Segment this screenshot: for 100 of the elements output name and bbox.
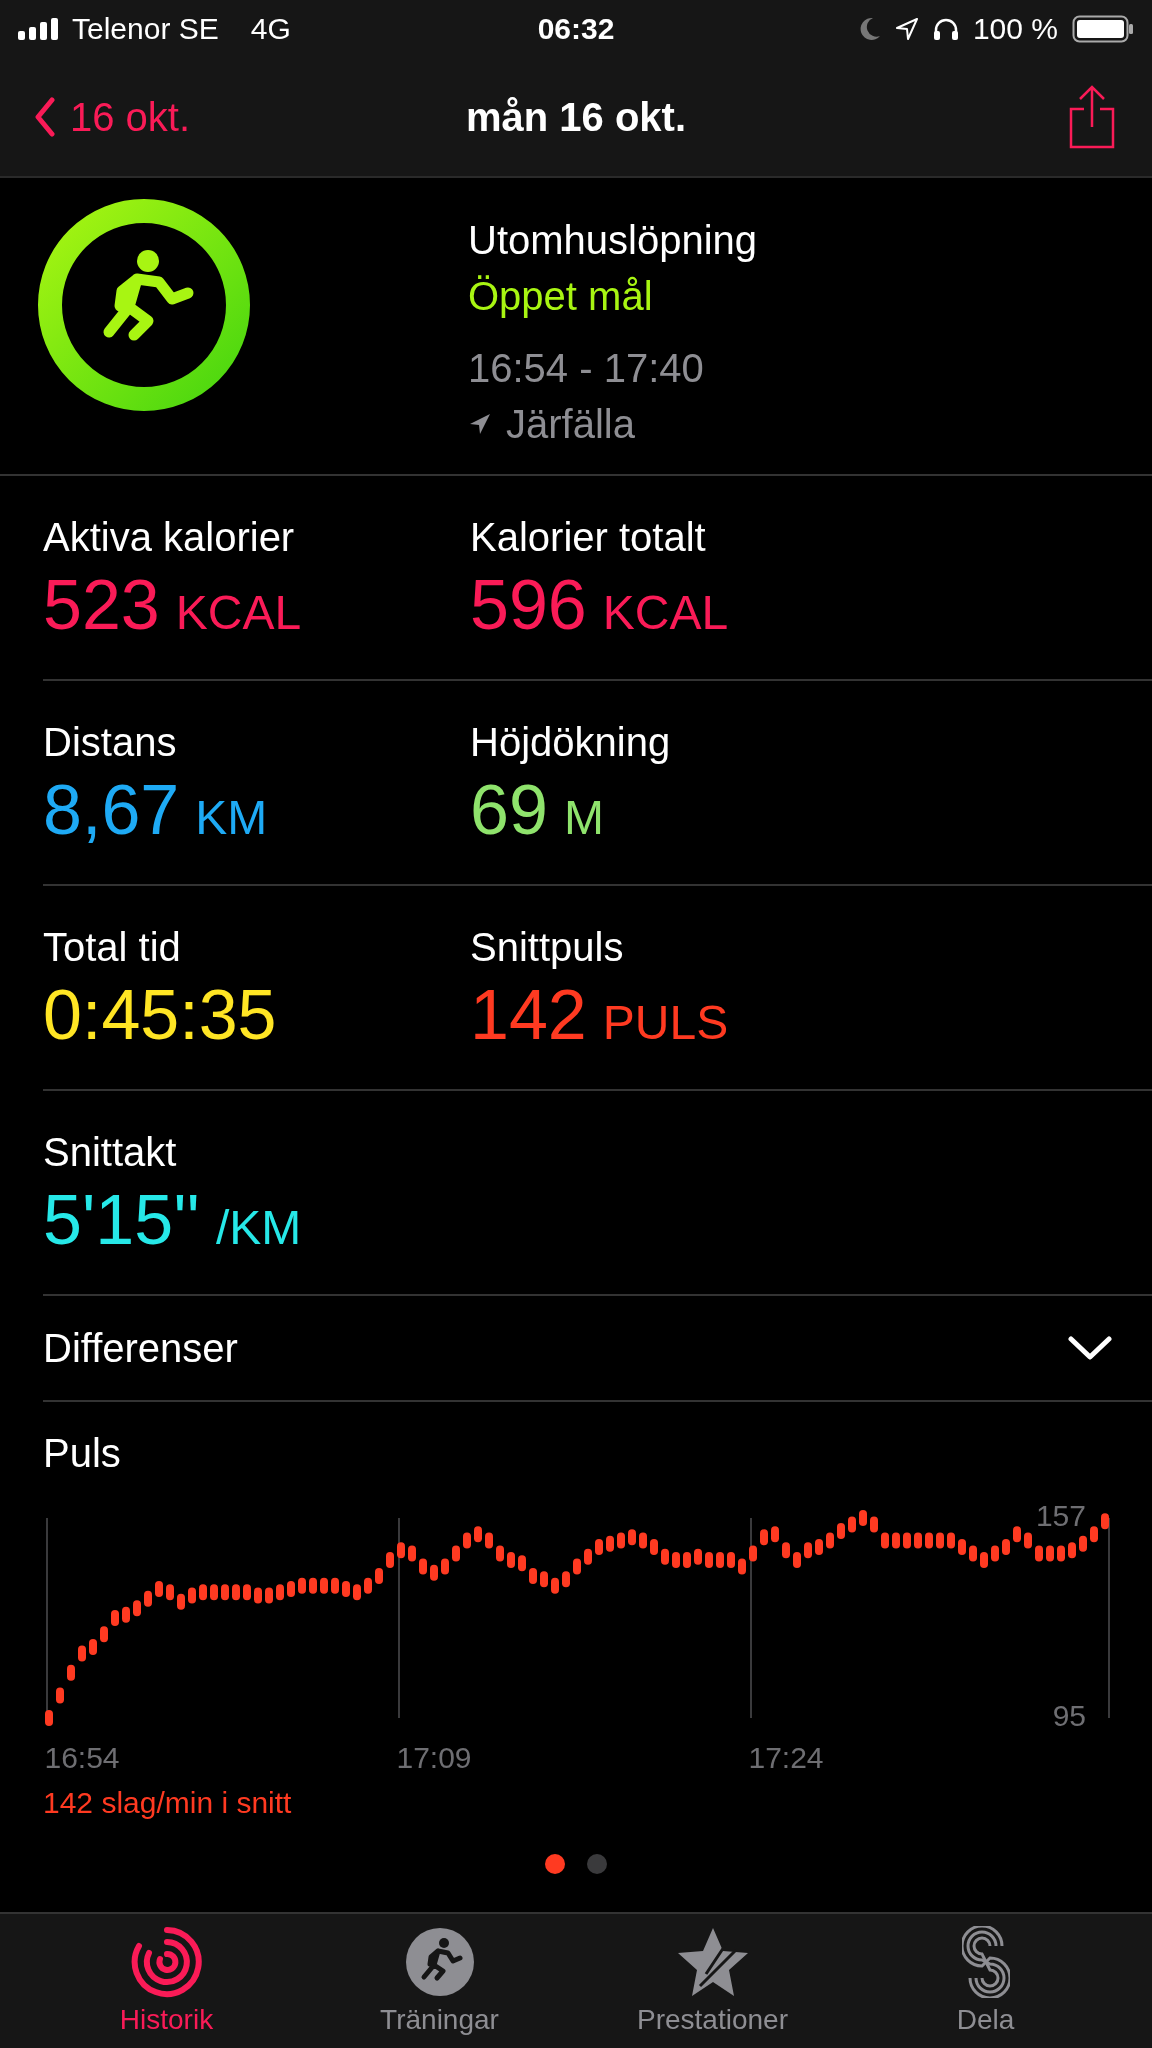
heart-rate-point <box>342 1580 350 1597</box>
heart-rate-point <box>595 1539 603 1556</box>
heart-rate-point <box>45 1710 53 1726</box>
heart-rate-point <box>408 1545 416 1562</box>
tab-item[interactable]: Dela <box>865 1926 1106 2036</box>
heart-rate-point <box>617 1532 625 1549</box>
heart-rate-point <box>430 1564 438 1581</box>
heart-rate-point <box>1068 1542 1076 1559</box>
heart-rate-point <box>419 1558 427 1575</box>
heart-rate-point <box>177 1593 185 1610</box>
metric-value: 69 M <box>470 770 605 851</box>
heart-rate-point <box>694 1548 702 1565</box>
moon-icon <box>858 17 881 41</box>
axis-tick-label: 17:09 <box>396 1741 472 1774</box>
heart-rate-point <box>166 1584 174 1601</box>
share-icon[interactable] <box>1068 85 1116 149</box>
runner-icon[interactable] <box>403 1926 476 1998</box>
heart-rate-point <box>485 1532 493 1549</box>
metric-label: Höjdökning <box>470 719 671 766</box>
heart-rate-point <box>386 1551 394 1568</box>
page-dot[interactable] <box>545 1854 565 1874</box>
heart-rate-point <box>991 1545 999 1562</box>
heart-rate-point <box>441 1558 449 1575</box>
heart-rate-point <box>111 1610 119 1626</box>
heart-rate-point <box>1013 1526 1021 1543</box>
heart-rate-point <box>1024 1532 1032 1549</box>
heart-rate-point <box>661 1548 669 1565</box>
heart-rate-point <box>749 1545 757 1562</box>
axis-tick-label: 17:24 <box>748 1741 824 1774</box>
chevron-left-icon[interactable] <box>34 97 56 137</box>
heart-rate-point <box>232 1584 240 1601</box>
heart-rate-point <box>540 1571 548 1588</box>
headphones-icon <box>932 17 959 41</box>
heart-rate-point <box>947 1532 955 1549</box>
heart-rate-point <box>507 1551 515 1568</box>
heart-rate-point <box>1035 1545 1043 1562</box>
tab-item[interactable]: Historik <box>46 1926 287 2036</box>
heart-rate-point <box>474 1526 482 1543</box>
heart-rate-point <box>837 1522 845 1539</box>
metric-label: Aktiva kalorier <box>43 514 296 561</box>
heart-rate-point <box>936 1532 944 1549</box>
share-rings-icon[interactable] <box>961 1926 1010 1998</box>
heart-rate-point <box>925 1532 933 1549</box>
heart-rate-point <box>584 1548 592 1565</box>
section-label: Differenser <box>43 1325 238 1371</box>
heart-rate-point <box>529 1568 537 1585</box>
heart-rate-point <box>100 1626 108 1643</box>
heart-rate-point <box>265 1587 273 1604</box>
metric-label: Kalorier totalt <box>470 514 707 561</box>
battery-icon <box>1072 15 1134 43</box>
heart-rate-point <box>89 1639 97 1656</box>
heart-rate-point <box>309 1577 317 1594</box>
metric-label: Distans <box>43 719 178 766</box>
heart-rate-point <box>353 1584 361 1601</box>
heart-rate-point <box>1101 1513 1109 1530</box>
heart-rate-point <box>1057 1545 1065 1562</box>
heart-rate-point <box>1079 1535 1087 1552</box>
metric-value: 8,67 KM <box>43 770 269 851</box>
heart-rate-point <box>826 1532 834 1549</box>
heart-rate-point <box>815 1539 823 1556</box>
back-button[interactable]: 16 okt. <box>34 94 191 140</box>
page-dot[interactable] <box>587 1854 607 1874</box>
location-arrow-icon <box>468 412 492 436</box>
heart-rate-point <box>1090 1526 1098 1543</box>
heart-rate-point <box>320 1577 328 1594</box>
carrier-name: Telenor SE <box>72 12 219 46</box>
heart-rate-point <box>78 1645 86 1662</box>
heart-rate-point <box>903 1532 911 1549</box>
heart-rate-point <box>639 1532 647 1549</box>
heart-rate-point <box>958 1539 966 1556</box>
workout-goal: Öppet mål <box>468 273 654 320</box>
heart-rate-point <box>705 1551 713 1568</box>
heart-rate-point <box>452 1545 460 1562</box>
tab-item[interactable]: Prestationer <box>592 1926 833 2036</box>
heart-rate-point <box>892 1532 900 1549</box>
heart-rate-point <box>397 1542 405 1559</box>
heart-rate-point <box>188 1587 196 1604</box>
chevron-icon[interactable] <box>1068 1335 1112 1361</box>
chart-title: Puls <box>43 1430 122 1477</box>
heart-rate-point <box>518 1555 526 1572</box>
heart-rate-point <box>199 1584 207 1601</box>
average-heart-rate: 142 slag/min i snitt <box>43 1786 293 1820</box>
heart-rate-point <box>683 1551 691 1568</box>
heart-rate-point <box>562 1571 570 1588</box>
clock-time: 06:32 <box>537 12 615 46</box>
tab-item[interactable]: Träningar <box>319 1926 560 2036</box>
axis-tick-label: 16:54 <box>44 1741 120 1774</box>
heart-rate-point <box>331 1577 339 1594</box>
heart-rate-point <box>221 1584 229 1601</box>
heart-rate-point <box>980 1551 988 1568</box>
page-title: mån 16 okt. <box>465 94 687 140</box>
metric-value: 596 KCAL <box>470 565 729 646</box>
heart-rate-point <box>870 1516 878 1533</box>
heart-rate-point <box>364 1577 372 1594</box>
heart-rate-point <box>551 1577 559 1594</box>
heart-rate-point <box>463 1532 471 1549</box>
heart-rate-point <box>672 1551 680 1568</box>
heart-rate-point <box>144 1590 152 1607</box>
rings-icon[interactable] <box>130 1926 203 1998</box>
heart-rate-point <box>793 1551 801 1568</box>
